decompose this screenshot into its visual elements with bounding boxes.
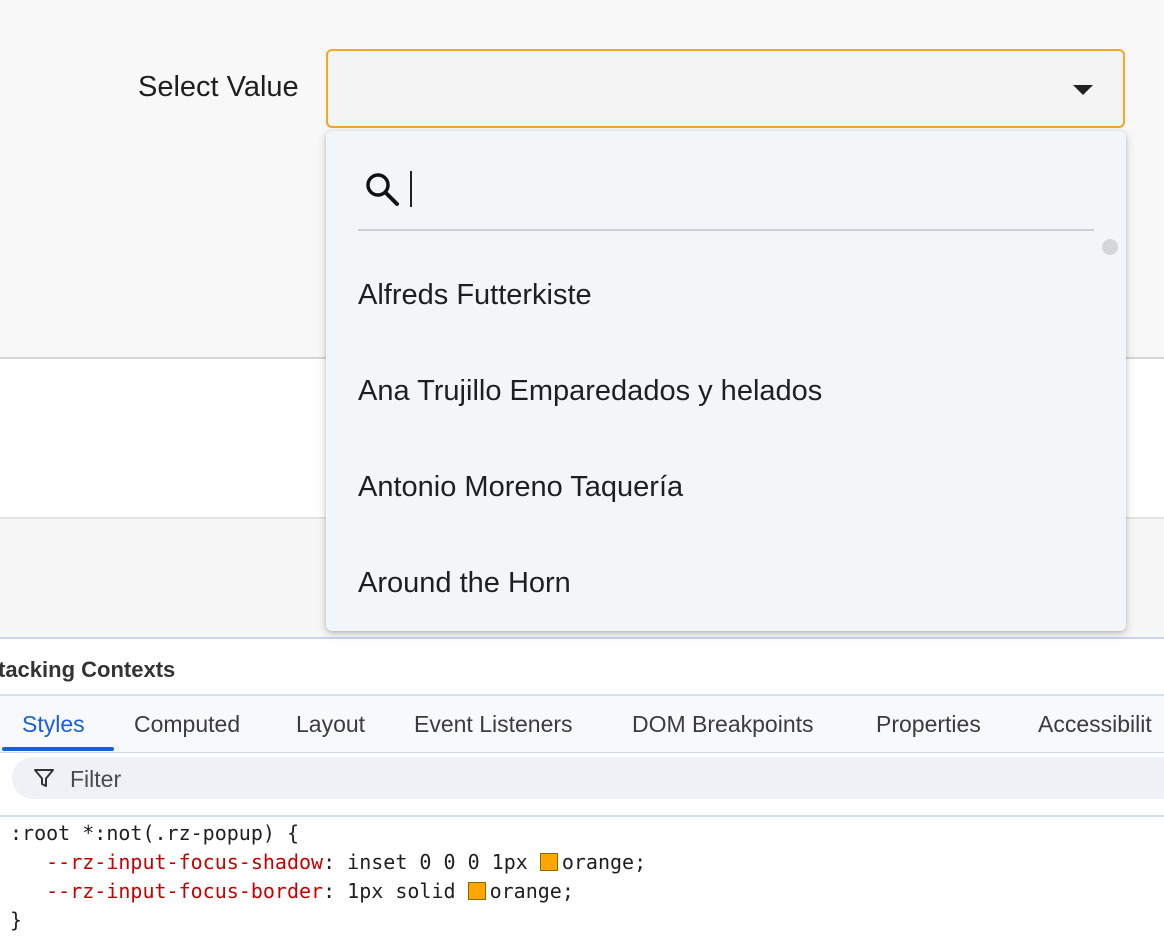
tab-computed[interactable]: Computed bbox=[134, 696, 240, 750]
tab-styles[interactable]: Styles bbox=[22, 696, 85, 750]
dropdown-option[interactable]: Alfreds Futterkiste bbox=[358, 270, 1078, 320]
color-swatch-icon[interactable] bbox=[539, 853, 558, 871]
css-rule-block: :root *:not(.rz-popup) { --rz-input-focu… bbox=[10, 821, 647, 932]
caret-down-icon[interactable] bbox=[1073, 85, 1093, 95]
select-value-label: Select Value bbox=[138, 71, 299, 103]
dropdown-popup: Alfreds Futterkiste Ana Trujillo Empared… bbox=[326, 131, 1126, 631]
devtools-section-title: tacking Contexts bbox=[0, 657, 176, 682]
tab-dom-breakpoints[interactable]: DOM Breakpoints bbox=[632, 696, 814, 750]
dropdown-option[interactable]: Around the Horn bbox=[358, 558, 1078, 608]
popup-scrollbar-thumb[interactable] bbox=[1102, 239, 1118, 255]
styles-filter-bar bbox=[12, 757, 1164, 799]
tab-accessibility[interactable]: Accessibilit bbox=[1038, 696, 1152, 750]
css-selector[interactable]: :root *:not(.rz-popup) { bbox=[10, 821, 299, 845]
styles-filter-input[interactable] bbox=[68, 761, 672, 797]
dropdown-option[interactable]: Ana Trujillo Emparedados y helados bbox=[358, 366, 1078, 416]
devtools-panel: tacking Contexts Styles Computed Layout … bbox=[0, 637, 1164, 942]
devtools-tab-bar: Styles Computed Layout Event Listeners D… bbox=[0, 694, 1164, 753]
tab-properties[interactable]: Properties bbox=[876, 696, 981, 750]
dropdown-option[interactable]: Antonio Moreno Taquería bbox=[358, 462, 1078, 512]
css-value[interactable]: inset 0 0 0 1px bbox=[347, 850, 528, 874]
select-value-dropdown[interactable] bbox=[326, 49, 1125, 128]
popup-search-box bbox=[358, 161, 1094, 231]
color-swatch-icon[interactable] bbox=[467, 882, 486, 900]
css-property[interactable]: --rz-input-focus-shadow bbox=[46, 850, 323, 874]
popup-search-input[interactable] bbox=[406, 167, 1090, 215]
active-tab-indicator bbox=[2, 747, 114, 751]
css-rule-close: } bbox=[10, 908, 23, 932]
css-property[interactable]: --rz-input-focus-border bbox=[46, 879, 323, 903]
css-color-value[interactable]: orange bbox=[562, 850, 634, 874]
css-color-value[interactable]: orange bbox=[490, 879, 562, 903]
divider bbox=[0, 815, 1164, 817]
search-icon bbox=[366, 173, 399, 206]
text-cursor bbox=[410, 171, 412, 207]
tab-event-listeners[interactable]: Event Listeners bbox=[414, 696, 573, 750]
tab-layout[interactable]: Layout bbox=[296, 696, 365, 750]
filter-icon bbox=[34, 769, 54, 787]
css-value[interactable]: 1px solid bbox=[347, 879, 455, 903]
